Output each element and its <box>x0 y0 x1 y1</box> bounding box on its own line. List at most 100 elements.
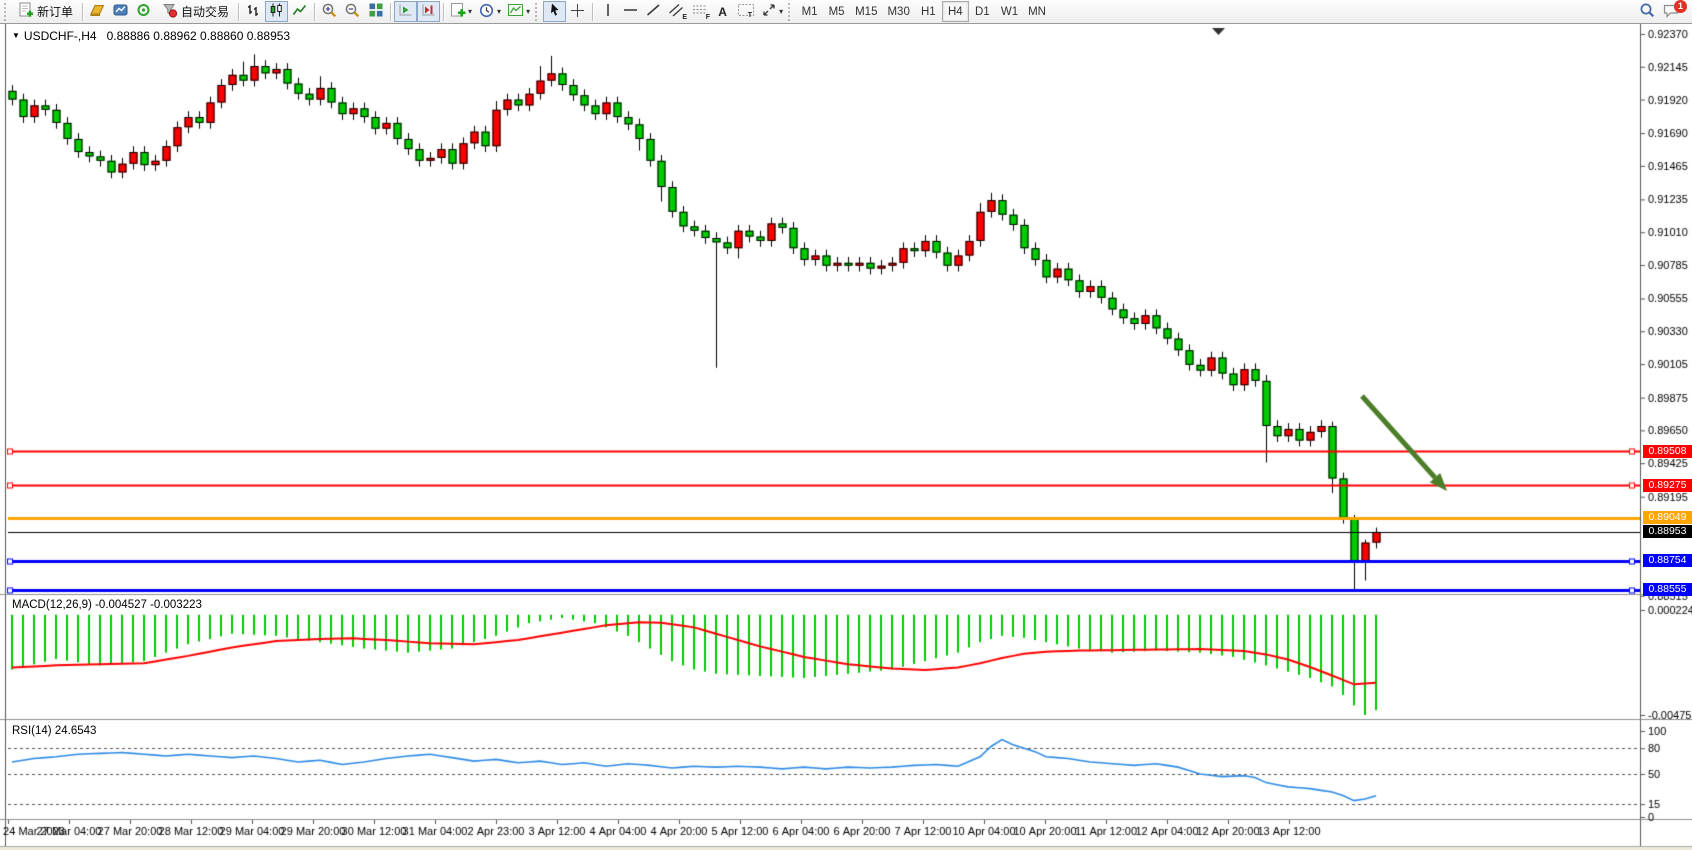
timeframe-m30-button[interactable]: M30 <box>882 1 914 22</box>
horizontal-line-tool-button[interactable] <box>619 1 642 22</box>
timeframe-m15-button[interactable]: M15 <box>850 1 882 22</box>
toolbar-grip <box>4 3 10 21</box>
search-icon <box>1638 2 1656 22</box>
text-label-icon <box>737 2 755 21</box>
zoom-out-button[interactable] <box>341 1 364 22</box>
toolbar-separator <box>443 3 444 21</box>
toolbar-separator <box>390 3 391 21</box>
data-window-icon <box>112 2 129 21</box>
cursor-tool-button[interactable] <box>543 1 566 22</box>
line-chart-mode-button[interactable] <box>288 1 311 22</box>
toolbar-separator <box>82 3 83 21</box>
tile-windows-icon <box>368 2 384 21</box>
zoom-in-button[interactable] <box>318 1 341 22</box>
chart-canvas[interactable] <box>0 24 1692 850</box>
price-level-label: 0.88953 <box>1643 525 1692 538</box>
timeframe-group: M1M5M15M30H1H4D1W1MN <box>796 1 1051 22</box>
timeframe-mn-button[interactable]: MN <box>1023 1 1051 22</box>
crosshair-tool-button[interactable] <box>566 1 589 22</box>
notifications-button[interactable]: 1 <box>1659 1 1684 22</box>
toolbar-separator <box>238 3 239 21</box>
signals-icon <box>135 2 152 21</box>
toolbar-separator <box>592 3 593 21</box>
dropdown-caret: ▾ <box>526 8 530 16</box>
toolbar-grip <box>788 3 794 21</box>
zoom-in-icon <box>321 2 338 22</box>
trendline-icon <box>645 2 662 21</box>
auto-scroll-button[interactable] <box>394 1 417 22</box>
rsi-value: 24.6543 <box>55 725 97 737</box>
crosshair-icon <box>569 2 586 22</box>
new-order-button[interactable]: 新订单 <box>12 1 79 22</box>
new-order-icon <box>18 2 34 21</box>
chart-title-text: USDCHF-,H4 <box>24 29 97 43</box>
symbol-dropdown-icon: ▼ <box>12 31 20 40</box>
templates-button[interactable]: ▾ <box>504 1 533 22</box>
chart-shift-button[interactable] <box>417 1 440 22</box>
fibonacci-letter: F <box>706 14 710 21</box>
bar-chart-icon <box>245 2 262 21</box>
autotrading-label: 自动交易 <box>181 3 229 20</box>
horizontal-line-icon <box>622 2 639 21</box>
chart-shift-icon <box>420 2 437 21</box>
toolbar-grip <box>535 3 541 21</box>
timeframe-m5-button[interactable]: M5 <box>823 1 850 22</box>
chart-symbol-label[interactable]: ▼ USDCHF-,H4 0.88886 0.88962 0.88860 0.889… <box>12 29 290 43</box>
toolbar: 新订单 自动交易 ▾ ▾ ▾ E F A T ▾ M1M5M15M30H1H4D… <box>0 0 1692 24</box>
macd-name: MACD(12,26,9) <box>12 599 92 611</box>
timeframe-w1-button[interactable]: W1 <box>996 1 1023 22</box>
signals-button[interactable] <box>132 1 155 22</box>
arrows-tool-button[interactable]: ▾ <box>758 1 786 22</box>
timeframe-m1-button[interactable]: M1 <box>796 1 823 22</box>
text-label-tool-button[interactable]: T <box>734 1 758 22</box>
line-chart-icon <box>291 2 308 21</box>
arrows-icon <box>761 2 777 21</box>
indicators-button[interactable]: ▾ <box>447 1 475 22</box>
indicators-icon <box>450 2 466 21</box>
text-label-letter: T <box>748 12 752 19</box>
price-level-label: 0.89049 <box>1643 511 1692 524</box>
cursor-icon <box>547 2 563 21</box>
template-icon <box>507 2 524 21</box>
candlestick-icon <box>268 2 285 21</box>
toolbar-separator <box>314 3 315 21</box>
market-watch-button[interactable] <box>86 1 109 22</box>
fibonacci-tool-button[interactable]: F <box>688 1 711 22</box>
dropdown-caret: ▾ <box>468 8 472 16</box>
vertical-line-icon <box>601 2 615 21</box>
rsi-name: RSI(14) <box>12 725 52 737</box>
timeframe-h1-button[interactable]: H1 <box>915 1 942 22</box>
candlestick-mode-button[interactable] <box>265 1 288 22</box>
dropdown-caret: ▾ <box>497 8 501 16</box>
autotrading-button[interactable]: 自动交易 <box>155 1 235 22</box>
equidistant-channel-tool-button[interactable]: E <box>665 1 688 22</box>
new-order-label: 新订单 <box>37 3 73 20</box>
price-level-label: 0.89275 <box>1643 479 1692 492</box>
channel-letter: E <box>682 14 687 21</box>
text-tool-button[interactable]: A <box>711 1 734 22</box>
tile-windows-button[interactable] <box>364 1 387 22</box>
timeframe-d1-button[interactable]: D1 <box>969 1 996 22</box>
search-button[interactable] <box>1635 1 1659 22</box>
vertical-line-tool-button[interactable] <box>596 1 619 22</box>
data-window-button[interactable] <box>109 1 132 22</box>
price-level-label: 0.89508 <box>1643 445 1692 458</box>
market-watch-icon <box>89 2 106 21</box>
autotrading-icon <box>161 2 178 21</box>
periods-button[interactable]: ▾ <box>475 1 504 22</box>
price-level-label: 0.88754 <box>1643 554 1692 567</box>
clock-icon <box>478 2 495 22</box>
auto-scroll-icon <box>397 2 414 21</box>
notification-badge: 1 <box>1674 0 1687 13</box>
timeframe-h4-button[interactable]: H4 <box>942 1 969 22</box>
macd-values: -0.004527 -0.003223 <box>95 599 202 611</box>
chart-ohlc-values: 0.88886 0.88962 0.88860 0.88953 <box>107 29 291 43</box>
trendline-tool-button[interactable] <box>642 1 665 22</box>
dropdown-caret: ▾ <box>779 8 783 16</box>
macd-indicator-label: MACD(12,26,9) -0.004527 -0.003223 <box>12 599 202 611</box>
bar-chart-mode-button[interactable] <box>242 1 265 22</box>
rsi-indicator-label: RSI(14) 24.6543 <box>12 725 96 737</box>
chart-region: ▼ USDCHF-,H4 0.88886 0.88962 0.88860 0.889… <box>0 24 1692 850</box>
zoom-out-icon <box>344 2 361 22</box>
price-level-label: 0.88555 <box>1643 583 1692 596</box>
